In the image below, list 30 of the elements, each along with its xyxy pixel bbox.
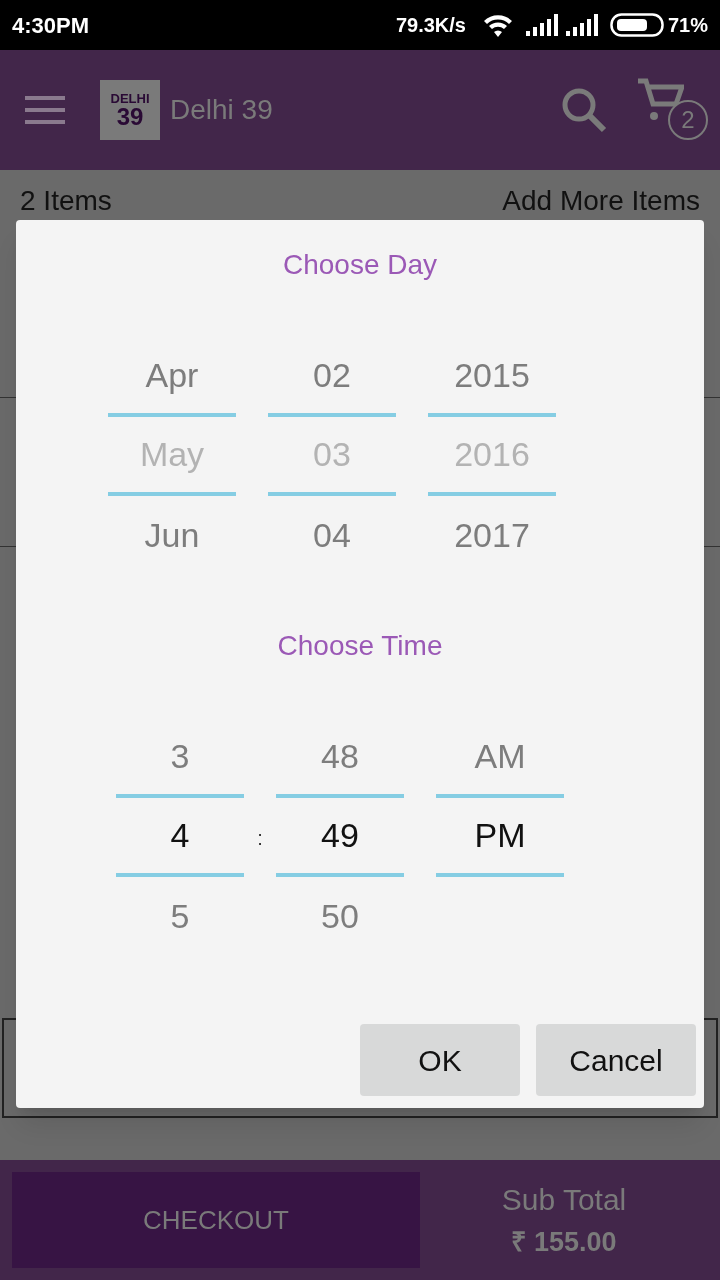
network-speed: 79.3K/s bbox=[395, 13, 466, 38]
picker-value[interactable]: 50 bbox=[321, 891, 359, 942]
picker-value[interactable]: 4 bbox=[170, 810, 190, 861]
menu-icon[interactable] bbox=[25, 94, 65, 126]
picker-value[interactable]: PM bbox=[474, 810, 526, 861]
checkout-button[interactable]: CHECKOUT bbox=[12, 1172, 420, 1268]
dialog-button[interactable]: Cancel bbox=[536, 1024, 696, 1096]
time-separator: : bbox=[257, 825, 263, 851]
app-title: Delhi 39 bbox=[170, 93, 273, 127]
picker-value[interactable]: 49 bbox=[321, 810, 359, 861]
search-icon[interactable] bbox=[560, 86, 608, 134]
signal-icon bbox=[525, 14, 558, 36]
dialog-title: Choose Day bbox=[282, 248, 438, 282]
subtotal-label: Sub Total bbox=[501, 1182, 627, 1219]
dialog-button[interactable]: OK bbox=[360, 1024, 520, 1096]
battery-percent: 71% bbox=[667, 13, 708, 38]
add-more-link[interactable]: Add More Items bbox=[502, 180, 700, 222]
cart-count-badge: 2 bbox=[668, 100, 708, 140]
picker-value[interactable]: 48 bbox=[321, 731, 359, 782]
items-count: 2 Items bbox=[20, 184, 112, 218]
battery-icon bbox=[609, 13, 664, 37]
dialog-title: Choose Time bbox=[277, 629, 443, 663]
logo: DELHI 39 bbox=[100, 80, 160, 140]
status-time: 4:30PM bbox=[12, 11, 90, 40]
subtotal-amount: ₹ 155.00 bbox=[511, 1226, 617, 1260]
signal-icon bbox=[565, 14, 598, 36]
picker-value[interactable]: 3 bbox=[170, 731, 190, 782]
picker-value[interactable]: AM bbox=[474, 731, 526, 782]
cart-icon[interactable] bbox=[638, 78, 684, 122]
picker-value[interactable]: 5 bbox=[170, 891, 190, 942]
